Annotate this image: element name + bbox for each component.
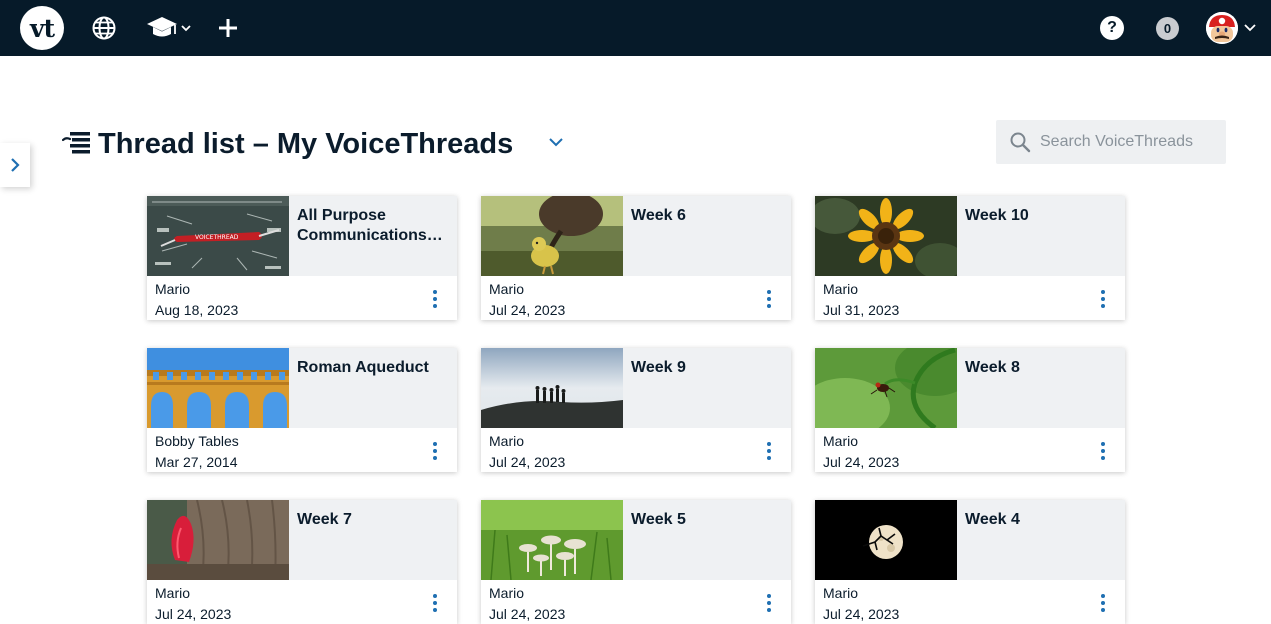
thread-author: Mario xyxy=(489,585,525,601)
thread-title[interactable]: Week 6 xyxy=(631,206,785,226)
page-title: Thread list – My VoiceThreads xyxy=(98,127,514,160)
thread-date: Jul 24, 2023 xyxy=(489,606,566,622)
account-menu[interactable] xyxy=(1205,11,1257,45)
thread-thumbnail[interactable] xyxy=(481,348,623,428)
more-options-icon[interactable] xyxy=(425,288,445,310)
voicethread-logo[interactable]: vt xyxy=(20,6,64,50)
thread-thumbnail[interactable] xyxy=(481,500,623,580)
thread-author: Mario xyxy=(489,433,525,449)
sidebar-toggle-button[interactable] xyxy=(0,143,30,187)
thread-thumbnail[interactable] xyxy=(147,500,289,580)
more-options-icon[interactable] xyxy=(1093,592,1113,614)
thread-card[interactable]: VOICETHREAD All Purpose Communications T… xyxy=(147,196,457,320)
thread-date: Jul 24, 2023 xyxy=(489,454,566,470)
thread-thumbnail[interactable] xyxy=(815,500,957,580)
thread-date: Jul 24, 2023 xyxy=(823,454,900,470)
thread-author: Bobby Tables xyxy=(155,433,239,449)
thread-title[interactable]: Roman Aqueduct xyxy=(297,358,451,378)
thread-thumbnail[interactable] xyxy=(815,196,957,276)
avatar xyxy=(1205,12,1238,44)
chevron-down-icon xyxy=(181,25,191,32)
top-navigation-bar: vt ? 0 xyxy=(0,0,1271,56)
help-label: ? xyxy=(1107,19,1117,36)
thread-card[interactable]: Week 9 Mario Jul 24, 2023 xyxy=(481,348,791,472)
thread-card[interactable]: Roman Aqueduct Bobby Tables Mar 27, 2014 xyxy=(147,348,457,472)
globe-icon[interactable] xyxy=(91,15,117,41)
thread-title[interactable]: Week 8 xyxy=(965,358,1119,378)
thread-card[interactable]: Week 10 Mario Jul 31, 2023 xyxy=(815,196,1125,320)
thread-author: Mario xyxy=(155,585,191,601)
chevron-down-icon xyxy=(549,138,563,147)
logo-text: vt xyxy=(29,13,55,43)
view-selector-dropdown[interactable] xyxy=(546,132,566,152)
thread-thumbnail[interactable] xyxy=(815,348,957,428)
thread-author: Mario xyxy=(823,585,859,601)
thread-card[interactable]: Week 7 Mario Jul 24, 2023 xyxy=(147,500,457,624)
thread-thumbnail[interactable] xyxy=(147,348,289,428)
thread-thumbnail[interactable]: VOICETHREAD xyxy=(147,196,289,276)
thread-date: Jul 24, 2023 xyxy=(823,606,900,622)
thread-title[interactable]: Week 5 xyxy=(631,510,785,530)
more-options-icon[interactable] xyxy=(759,592,779,614)
notification-count-badge[interactable]: 0 xyxy=(1156,17,1179,40)
thread-card[interactable]: Week 4 Mario Jul 24, 2023 xyxy=(815,500,1125,624)
more-options-icon[interactable] xyxy=(425,592,445,614)
search-box xyxy=(996,120,1226,164)
thread-thumbnail[interactable] xyxy=(481,196,623,276)
more-options-icon[interactable] xyxy=(759,440,779,462)
chevron-down-icon xyxy=(1243,24,1256,32)
thread-date: Jul 24, 2023 xyxy=(489,302,566,318)
thread-date: Aug 18, 2023 xyxy=(155,302,239,318)
thread-title[interactable]: Week 9 xyxy=(631,358,785,378)
thread-date: Jul 24, 2023 xyxy=(155,606,232,622)
more-options-icon[interactable] xyxy=(425,440,445,462)
thread-title[interactable]: All Purpose Communications Tool xyxy=(297,206,451,246)
svg-text:VOICETHREAD: VOICETHREAD xyxy=(195,234,239,241)
thread-date: Jul 31, 2023 xyxy=(823,302,900,318)
notification-count: 0 xyxy=(1163,21,1172,36)
thread-title[interactable]: Week 4 xyxy=(965,510,1119,530)
more-options-icon[interactable] xyxy=(759,288,779,310)
thread-title[interactable]: Week 7 xyxy=(297,510,451,530)
thread-card[interactable]: Week 5 Mario Jul 24, 2023 xyxy=(481,500,791,624)
thread-author: Mario xyxy=(823,281,859,297)
search-input[interactable] xyxy=(1040,133,1215,151)
chevron-right-icon xyxy=(11,158,20,172)
search-icon xyxy=(1010,132,1031,153)
more-options-icon[interactable] xyxy=(1093,288,1113,310)
plus-icon[interactable] xyxy=(216,15,240,41)
thread-author: Mario xyxy=(823,433,859,449)
graduation-cap-icon xyxy=(147,17,191,37)
help-icon[interactable]: ? xyxy=(1100,16,1124,40)
thread-author: Mario xyxy=(489,281,525,297)
thread-author: Mario xyxy=(155,281,191,297)
thread-list-icon xyxy=(62,132,90,154)
thread-card[interactable]: Week 6 Mario Jul 24, 2023 xyxy=(481,196,791,320)
more-options-icon[interactable] xyxy=(1093,440,1113,462)
page-header: Thread list – My VoiceThreads xyxy=(62,124,513,164)
thread-date: Mar 27, 2014 xyxy=(155,454,238,470)
thread-card[interactable]: Week 8 Mario Jul 24, 2023 xyxy=(815,348,1125,472)
thread-title[interactable]: Week 10 xyxy=(965,206,1119,226)
graduation-cap-menu[interactable] xyxy=(146,14,198,42)
